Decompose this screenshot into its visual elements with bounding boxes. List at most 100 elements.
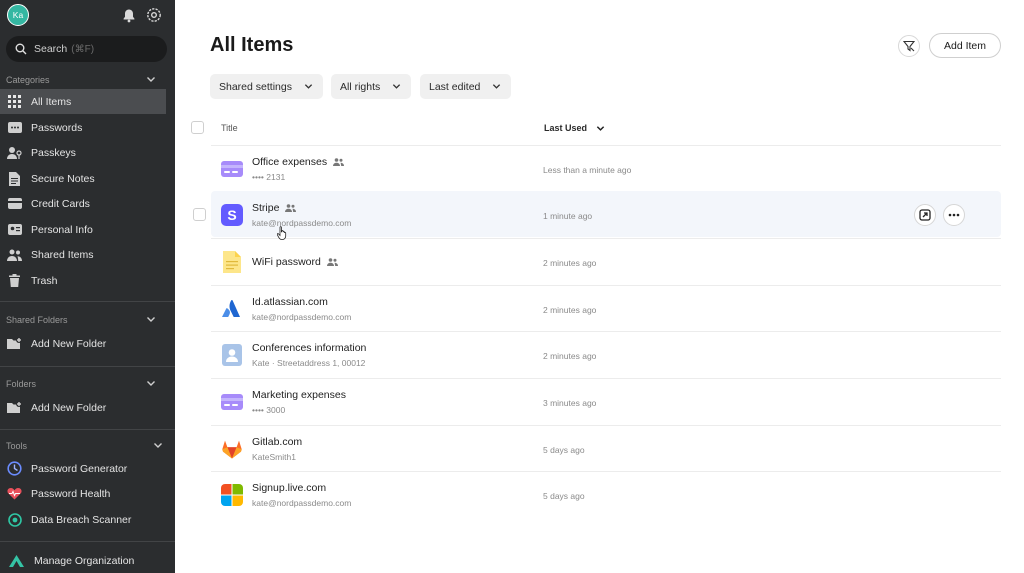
sidebar-item-label: Password Generator	[31, 462, 128, 475]
grid-icon	[7, 94, 22, 109]
chevron-down-icon	[492, 84, 501, 89]
search-shortcut: (⌘F)	[71, 43, 95, 55]
item-title-text: Id.atlassian.com	[252, 296, 328, 308]
id-card-icon	[7, 222, 22, 237]
sidebar-item-secure-notes[interactable]: Secure Notes	[0, 166, 166, 191]
organization-icon	[9, 553, 24, 568]
sidebar-item-label: Manage Organization	[34, 554, 135, 567]
item-last-used: Less than a minute ago	[543, 165, 632, 175]
add-item-button[interactable]: Add Item	[929, 33, 1001, 58]
item-title-text: Marketing expenses	[252, 389, 346, 401]
item-last-used: 3 minutes ago	[543, 398, 597, 408]
credit-card-icon	[221, 158, 243, 180]
table-row[interactable]: Gitlab.com KateSmith1 5 days ago	[211, 425, 1001, 471]
item-subtitle: •••• 2131	[252, 172, 286, 182]
svg-text:S: S	[227, 207, 236, 223]
row-checkbox[interactable]	[193, 208, 206, 221]
table-row[interactable]: S Stripe kate@nordpassdemo.com 1 minute …	[193, 191, 1001, 237]
folders-heading[interactable]: Folders	[0, 375, 175, 393]
item-last-used: 5 days ago	[543, 491, 585, 501]
sidebar-item-label: Data Breach Scanner	[31, 513, 132, 526]
add-folder-button[interactable]: Add New Folder	[0, 395, 166, 420]
stripe-logo-icon: S	[221, 204, 243, 226]
main-content: All Items Add Item Shared settings All r…	[175, 0, 1024, 573]
dropdown-label: Last edited	[429, 80, 481, 93]
item-last-used: 1 minute ago	[543, 211, 593, 221]
item-title: Marketing expenses	[252, 389, 346, 401]
gear-icon[interactable]	[146, 7, 162, 23]
sidebar-item-label: Personal Info	[31, 223, 93, 236]
sidebar-item-shared-items[interactable]: Shared Items	[0, 242, 166, 267]
shared-folders-heading[interactable]: Shared Folders	[0, 311, 175, 329]
microsoft-logo-icon	[221, 484, 243, 506]
item-title-text: Signup.live.com	[252, 482, 327, 494]
sidebar-item-credit-cards[interactable]: Credit Cards	[0, 191, 166, 216]
sidebar-item-passkeys[interactable]: Passkeys	[0, 140, 166, 165]
bell-icon[interactable]	[121, 7, 137, 23]
open-website-button[interactable]	[914, 204, 936, 226]
item-title: Conferences information	[252, 342, 366, 354]
item-last-used: 2 minutes ago	[543, 258, 597, 268]
sidebar-topbar: Ka	[0, 0, 175, 30]
item-subtitle: kate@nordpassdemo.com	[252, 498, 352, 508]
chevron-down-icon	[596, 126, 604, 131]
sidebar-item-passwords[interactable]: Passwords	[0, 115, 166, 140]
item-title-text: Stripe	[252, 202, 280, 214]
shared-settings-dropdown[interactable]: Shared settings	[210, 74, 323, 99]
card-icon	[7, 196, 22, 211]
table-row[interactable]: Conferences information Kate · Streetadd…	[211, 331, 1001, 377]
manage-organization-button[interactable]: Manage Organization	[0, 548, 175, 573]
sidebar-item-label: Add New Folder	[31, 337, 107, 350]
hand-cursor-icon	[277, 226, 287, 240]
tools-heading[interactable]: Tools	[0, 437, 175, 455]
sidebar-item-trash[interactable]: Trash	[0, 268, 166, 293]
more-options-button[interactable]	[943, 204, 965, 226]
table-row[interactable]: Signup.live.com kate@nordpassdemo.com 5 …	[211, 471, 1001, 517]
page-title: All Items	[210, 34, 294, 56]
item-title-text: Gitlab.com	[252, 436, 303, 448]
chevron-down-icon	[304, 84, 313, 89]
sidebar-item-label: Secure Notes	[31, 172, 95, 185]
sidebar-item-data-breach-scanner[interactable]: Data Breach Scanner	[0, 507, 166, 532]
sidebar-item-all-items[interactable]: All Items	[0, 89, 166, 114]
select-all-checkbox[interactable]	[191, 121, 204, 134]
sidebar-item-label: All Items	[31, 95, 72, 108]
table-row[interactable]: WiFi password 2 minutes ago	[211, 238, 1001, 284]
sidebar-item-password-generator[interactable]: Password Generator	[0, 456, 166, 481]
avatar[interactable]: Ka	[7, 4, 29, 26]
table-row[interactable]: Marketing expenses •••• 3000 3 minutes a…	[211, 378, 1001, 424]
column-last-used[interactable]: Last Used	[544, 123, 605, 133]
generator-icon	[7, 461, 22, 476]
sidebar-item-password-health[interactable]: Password Health	[0, 481, 166, 506]
column-title[interactable]: Title	[221, 123, 238, 133]
item-subtitle: Kate · Streetaddress 1, 00012	[252, 358, 366, 368]
filter-settings-button[interactable]	[898, 35, 920, 57]
sidebar-item-label: Password Health	[31, 487, 111, 500]
personal-info-icon	[221, 344, 243, 366]
add-shared-folder-button[interactable]: Add New Folder	[0, 331, 166, 356]
item-title: Signup.live.com	[252, 482, 326, 494]
sidebar-divider	[0, 429, 175, 430]
item-subtitle: KateSmith1	[252, 452, 296, 462]
folders-heading-label: Folders	[6, 379, 37, 389]
rights-dropdown[interactable]: All rights	[331, 74, 411, 99]
secure-note-icon	[221, 251, 243, 273]
sidebar-item-label: Passwords	[31, 121, 83, 134]
dropdown-label: Shared settings	[219, 80, 292, 93]
tools-heading-label: Tools	[6, 441, 28, 451]
breach-scanner-icon	[7, 512, 22, 527]
search-input[interactable]: Search (⌘F)	[6, 36, 167, 62]
chevron-down-icon	[154, 443, 162, 448]
table-row[interactable]: Id.atlassian.com kate@nordpassdemo.com 2…	[211, 285, 1001, 331]
item-subtitle: kate@nordpassdemo.com	[252, 312, 352, 322]
item-last-used: 2 minutes ago	[543, 351, 597, 361]
note-icon	[7, 171, 22, 186]
sidebar-item-label: Credit Cards	[31, 197, 90, 210]
table-row[interactable]: Office expenses •••• 2131 Less than a mi…	[211, 145, 1001, 191]
gitlab-logo-icon	[221, 438, 243, 460]
sidebar-item-personal-info[interactable]: Personal Info	[0, 217, 166, 242]
categories-heading[interactable]: Categories	[0, 71, 175, 89]
chevron-down-icon	[392, 84, 401, 89]
sort-dropdown[interactable]: Last edited	[420, 74, 511, 99]
table-header: Title Last Used	[191, 117, 991, 139]
